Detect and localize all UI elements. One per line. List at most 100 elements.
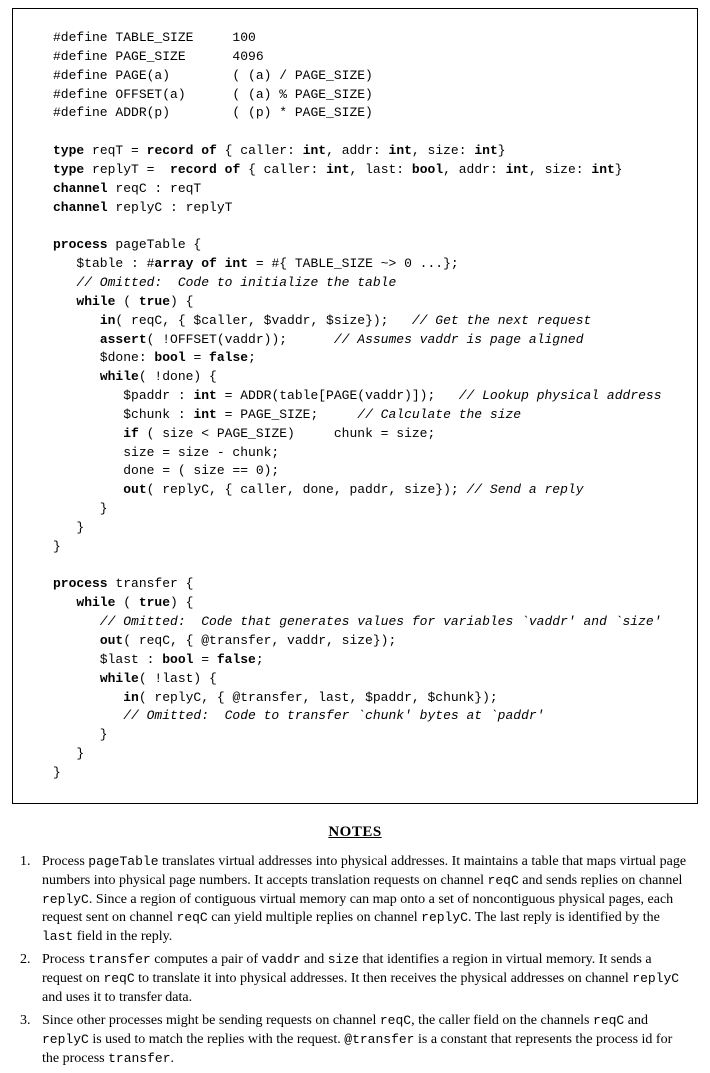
code-text: = #{ TABLE_SIZE ~> 0 ...};	[248, 256, 459, 271]
note-item: 1. Process pageTable translates virtual …	[20, 853, 690, 947]
code-text: ( !last) {	[139, 671, 217, 686]
kw-channel: channel	[53, 181, 108, 196]
note-text: and	[301, 952, 328, 967]
code-text: $last :	[53, 652, 162, 667]
kw-record-of: record of	[147, 143, 217, 158]
code-term: transfer	[88, 952, 150, 967]
code-text: }	[53, 727, 108, 742]
code-text: ) {	[170, 294, 193, 309]
code-text: $paddr :	[53, 388, 193, 403]
kw-assert: assert	[100, 332, 147, 347]
code-text: $table : #	[53, 256, 154, 271]
code-text	[53, 595, 76, 610]
code-text	[53, 671, 100, 686]
note-text: computes a pair of	[151, 952, 262, 967]
code-term: @transfer	[344, 1032, 414, 1047]
code-text	[53, 332, 100, 347]
kw-int: int	[591, 162, 614, 177]
note-text: to translate it into physical addresses.…	[135, 971, 633, 986]
code-text: $chunk :	[53, 407, 193, 422]
code-text: }	[53, 520, 84, 535]
code-text: }	[53, 539, 61, 554]
code-term: reqC	[593, 1013, 624, 1028]
note-text: Process	[42, 952, 88, 967]
code-term: replyC	[42, 892, 89, 907]
kw-int: int	[506, 162, 529, 177]
comment: // Assumes vaddr is page aligned	[334, 332, 584, 347]
code-term: vaddr	[262, 952, 301, 967]
kw-while: while	[76, 595, 115, 610]
code-text: ( reqC, { @transfer, vaddr, size});	[123, 633, 396, 648]
kw-bool: bool	[162, 652, 193, 667]
kw-false: false	[217, 652, 256, 667]
code-term: transfer	[108, 1051, 170, 1066]
kw-process: process	[53, 576, 108, 591]
note-number: 1.	[20, 853, 42, 947]
note-text: and sends replies on channel	[519, 873, 683, 888]
define-line: #define ADDR(p) ( (p) * PAGE_SIZE)	[53, 105, 373, 120]
code-listing: #define TABLE_SIZE 100 #define PAGE_SIZE…	[12, 8, 698, 804]
code-text: { caller:	[240, 162, 326, 177]
note-body: Since other processes might be sending r…	[42, 1012, 690, 1069]
code-text: ;	[256, 652, 264, 667]
note-body: Process transfer computes a pair of vadd…	[42, 951, 690, 1008]
code-text	[53, 690, 123, 705]
code-text: = PAGE_SIZE;	[217, 407, 357, 422]
kw-out: out	[100, 633, 123, 648]
code-text: reqC : reqT	[108, 181, 202, 196]
kw-int: int	[193, 407, 216, 422]
kw-bool: bool	[412, 162, 443, 177]
kw-false: false	[209, 350, 248, 365]
code-text	[53, 482, 123, 497]
note-number: 3.	[20, 1012, 42, 1069]
code-text: }	[615, 162, 623, 177]
code-text	[53, 633, 100, 648]
code-text: reqT =	[84, 143, 146, 158]
code-text: (	[115, 294, 138, 309]
code-text: , addr:	[326, 143, 388, 158]
note-item: 2. Process transfer computes a pair of v…	[20, 951, 690, 1008]
define-line: #define PAGE(a) ( (a) / PAGE_SIZE)	[53, 68, 373, 83]
code-text: ( replyC, { caller, done, paddr, size});	[147, 482, 467, 497]
kw-int: int	[474, 143, 497, 158]
code-text: ( !done) {	[139, 369, 217, 384]
comment: // Lookup physical address	[459, 388, 662, 403]
code-term: replyC	[632, 971, 679, 986]
comment: // Omitted: Code to transfer `chunk' byt…	[53, 708, 544, 723]
code-text: ( replyC, { @transfer, last, $paddr, $ch…	[139, 690, 498, 705]
code-text	[53, 426, 123, 441]
code-term: reqC	[380, 1013, 411, 1028]
comment: // Calculate the size	[357, 407, 521, 422]
note-text: and uses it to transfer data.	[42, 990, 192, 1005]
code-text: , last:	[350, 162, 412, 177]
kw-out: out	[123, 482, 146, 497]
code-text: , size:	[529, 162, 591, 177]
notes-list: 1. Process pageTable translates virtual …	[20, 853, 690, 1069]
kw-while: while	[100, 671, 139, 686]
kw-true: true	[139, 595, 170, 610]
note-text: Process	[42, 854, 88, 869]
note-text: field in the reply.	[73, 929, 172, 944]
define-line: #define PAGE_SIZE 4096	[53, 49, 264, 64]
note-text: is used to match the replies with the re…	[89, 1032, 344, 1047]
kw-channel: channel	[53, 200, 108, 215]
code-text: { caller:	[217, 143, 303, 158]
note-text: can yield multiple replies on channel	[208, 910, 421, 925]
code-term: reqC	[488, 873, 519, 888]
kw-type: type	[53, 162, 84, 177]
code-text: pageTable {	[108, 237, 202, 252]
kw-while: while	[76, 294, 115, 309]
note-text: .	[171, 1051, 175, 1066]
comment: // Omitted: Code that generates values f…	[53, 614, 662, 629]
code-text: }	[498, 143, 506, 158]
code-term: replyC	[421, 910, 468, 925]
kw-int: int	[389, 143, 412, 158]
note-text: Since other processes might be sending r…	[42, 1013, 380, 1028]
comment: // Send a reply	[466, 482, 583, 497]
code-text: ( !OFFSET(vaddr));	[147, 332, 334, 347]
comment: // Get the next request	[412, 313, 591, 328]
note-text: and	[624, 1013, 648, 1028]
code-text: replyC : replyT	[108, 200, 233, 215]
notes-heading: NOTES	[0, 824, 710, 841]
kw-int: int	[326, 162, 349, 177]
